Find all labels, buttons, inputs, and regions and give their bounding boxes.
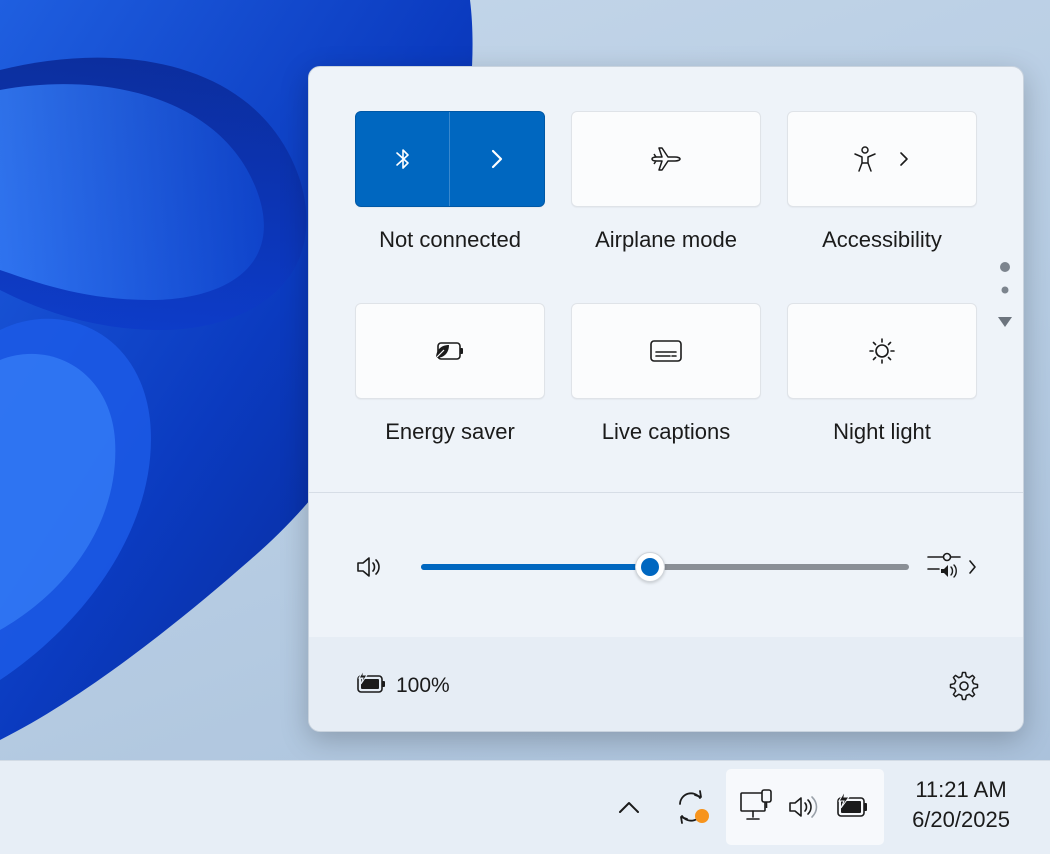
energy-saver-label: Energy saver: [385, 419, 515, 444]
network-icon: [740, 789, 772, 820]
live-captions-tile-group: Live captions: [571, 303, 761, 453]
chevron-up-icon[interactable]: [614, 795, 644, 819]
gear-icon[interactable]: [948, 670, 980, 702]
taskbar: 11:21 AM 6/20/2025: [0, 760, 1050, 854]
airplane-tile-group: Airplane mode: [571, 111, 761, 261]
quick-settings-panel: Not connected Airplane mode Accessibilit…: [308, 66, 1024, 732]
bluetooth-tile-group: Not connected: [355, 111, 545, 261]
quick-settings-pager: [997, 259, 1013, 329]
accessibility-tile-group: Accessibility: [787, 111, 977, 261]
pager-dot[interactable]: [1001, 286, 1009, 294]
bluetooth-label: Not connected: [379, 227, 521, 252]
night-light-label: Night light: [833, 419, 931, 444]
volume-slider[interactable]: [421, 552, 909, 582]
live-captions-button[interactable]: [571, 303, 761, 399]
live-captions-icon: [650, 340, 682, 362]
energy-saver-tile-group: Energy saver: [355, 303, 545, 453]
pager-dots: [998, 262, 1012, 327]
clock-date: 6/20/2025: [912, 807, 1010, 832]
live-captions-label: Live captions: [601, 419, 731, 444]
airplane-icon: [651, 147, 681, 171]
bluetooth-toggle-button[interactable]: [356, 112, 450, 206]
accessibility-label: Accessibility: [822, 227, 942, 252]
speaker-icon: [789, 796, 818, 818]
quick-settings-footer: 100%: [309, 637, 1023, 731]
sync-icon[interactable]: [672, 787, 714, 827]
clock[interactable]: 11:21 AM 6/20/2025: [896, 775, 1026, 835]
battery-charging-icon: [837, 790, 867, 817]
sound-output-button[interactable]: [925, 549, 985, 585]
night-light-button[interactable]: [787, 303, 977, 399]
volume-slider-fill: [421, 564, 651, 570]
sound-mixer-icon: [927, 552, 976, 578]
energy-saver-button[interactable]: [355, 303, 545, 399]
caret-down-icon[interactable]: [998, 317, 1012, 327]
bluetooth-more-button[interactable]: [450, 112, 544, 206]
speaker-icon[interactable]: [355, 553, 385, 581]
bluetooth-tile: [355, 111, 545, 207]
battery-charging-icon: [357, 669, 385, 693]
bluetooth-icon: [395, 149, 409, 169]
night-light-tile-group: Night light: [787, 303, 977, 453]
volume-row: [309, 493, 1023, 637]
airplane-mode-label: Airplane mode: [595, 227, 737, 252]
notification-dot: [695, 809, 709, 823]
pager-dot-current[interactable]: [1000, 262, 1010, 272]
accessibility-icon: [854, 146, 876, 172]
system-tray-group[interactable]: [726, 769, 884, 845]
volume-slider-thumb[interactable]: [635, 552, 666, 582]
accessibility-button[interactable]: [787, 111, 977, 207]
clock-time: 11:21 AM: [915, 777, 1007, 802]
airplane-mode-button[interactable]: [571, 111, 761, 207]
energy-saver-icon: [435, 342, 463, 360]
chevron-right-icon: [900, 152, 908, 166]
battery-percent: 100%: [396, 674, 450, 697]
quick-settings-tiles: Not connected Airplane mode Accessibilit…: [309, 67, 1023, 493]
chevron-right-icon: [491, 149, 503, 169]
night-light-icon: [869, 338, 895, 364]
